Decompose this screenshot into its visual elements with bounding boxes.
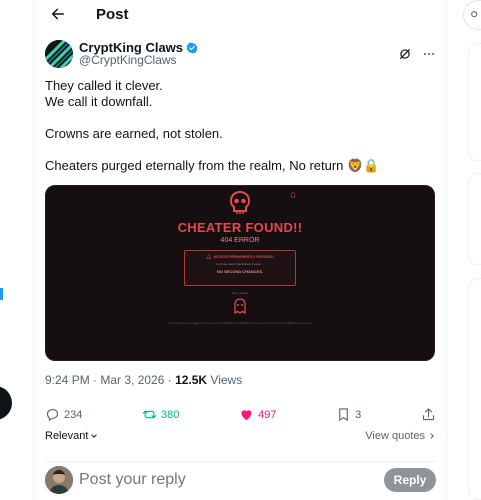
bookmark-icon xyxy=(339,408,348,422)
media-footnote: This incident has been logged and report… xyxy=(167,322,313,325)
sidebar-card xyxy=(468,173,481,265)
search-icon xyxy=(471,11,478,18)
post-line: They called it clever. xyxy=(45,78,163,93)
alert-message: You have been blacklisted cheater ... xyxy=(215,262,265,266)
sort-dropdown[interactable]: Relevant xyxy=(45,430,98,442)
reply-input[interactable] xyxy=(79,470,384,489)
author-avatar[interactable] xyxy=(45,40,73,68)
skull-icon xyxy=(229,190,251,214)
page-title: Post xyxy=(96,5,129,23)
repost-action-button[interactable]: 380 xyxy=(142,407,179,422)
views-count: 12.5K xyxy=(175,373,208,387)
post-meta: 9:24 PM · Mar 3, 2026 · 12.5K Views xyxy=(45,373,242,387)
left-nav-rail xyxy=(0,0,34,500)
search-field[interactable] xyxy=(463,0,481,30)
post-author: CryptKing Claws @CryptKingClaws xyxy=(45,38,436,70)
reply-icon xyxy=(46,408,59,422)
bookmark-action-button[interactable]: 3 xyxy=(336,407,361,422)
post-line: Cheaters purged eternally from the realm… xyxy=(45,158,380,173)
reply-composer: Reply xyxy=(45,461,436,494)
sidebar-card xyxy=(468,278,481,500)
share-action-button[interactable] xyxy=(421,407,436,422)
sidebar-card xyxy=(468,43,481,161)
reply-count: 234 xyxy=(64,408,83,421)
sort-label: Relevant xyxy=(45,430,89,442)
repost-count: 380 xyxy=(161,408,180,421)
post-line: We call it downfall. xyxy=(45,94,153,109)
post-detail-column: Post CryptKing Claws @CryptKingClaws The… xyxy=(33,0,447,500)
repost-icon xyxy=(142,410,157,419)
post-timestamp[interactable]: 9:24 PM · Mar 3, 2026 · xyxy=(45,373,175,387)
media-home-link: Go to Home xyxy=(231,291,249,295)
grok-icon[interactable] xyxy=(398,47,412,61)
share-icon xyxy=(422,408,435,421)
alert-strong-text: NO SECOND CHANCES. xyxy=(216,269,264,274)
ghost-icon xyxy=(234,298,246,314)
user-avatar[interactable] xyxy=(45,465,73,494)
media-alert-box: ACCESS PERMANENTLY REVOKED You have been… xyxy=(184,250,296,286)
nav-indicator xyxy=(0,288,3,300)
ghost-small-icon xyxy=(290,192,296,198)
author-handle[interactable]: @CryptKingClaws xyxy=(79,54,198,67)
reply-submit-button[interactable]: Reply xyxy=(384,467,436,492)
chevron-down-icon xyxy=(91,434,98,438)
back-button[interactable] xyxy=(46,2,70,26)
reply-action-button[interactable]: 234 xyxy=(45,407,82,422)
post-line: Crowns are earned, not stolen. xyxy=(45,126,223,141)
chevron-right-icon xyxy=(430,433,434,439)
view-quotes-label: View quotes xyxy=(365,430,425,442)
right-sidebar xyxy=(456,0,481,500)
like-action-button[interactable]: 497 xyxy=(239,407,276,422)
more-options-icon[interactable] xyxy=(422,47,436,61)
replies-sort-row: Relevant View quotes xyxy=(45,430,436,442)
view-quotes-link[interactable]: View quotes xyxy=(365,430,436,442)
like-count: 497 xyxy=(258,408,277,421)
verified-badge-icon xyxy=(186,42,198,53)
account-switcher-avatar[interactable] xyxy=(0,386,12,420)
post-body: They called it clever. We call it downfa… xyxy=(45,78,436,174)
views-label: Views xyxy=(207,373,243,387)
arrow-left-icon xyxy=(51,8,65,20)
alert-head-text: ACCESS PERMANENTLY REVOKED xyxy=(213,254,274,259)
bookmark-count: 3 xyxy=(355,408,362,421)
media-title: CHEATER FOUND!! xyxy=(177,220,303,235)
page-header: Post xyxy=(34,0,446,28)
media-error-code: 404 ERROR xyxy=(220,237,260,244)
post-actions-bar: 234 380 497 3 xyxy=(45,407,436,422)
warning-icon xyxy=(206,254,212,259)
post-media-image[interactable]: CHEATER FOUND!! 404 ERROR ACCESS PERMANE… xyxy=(45,185,435,361)
heart-filled-icon xyxy=(241,410,252,421)
